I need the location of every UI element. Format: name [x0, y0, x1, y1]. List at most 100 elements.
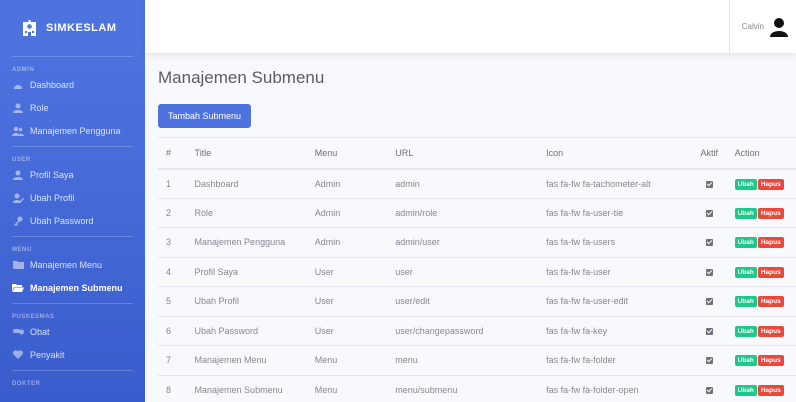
- header-icon[interactable]: Icon: [538, 137, 692, 170]
- sidebar-item-label: Ubah Profil: [30, 192, 75, 203]
- row-title: Role: [186, 197, 307, 228]
- row-icon: fas fa-fw fa-key: [538, 315, 692, 346]
- aktif-checkbox[interactable]: [705, 239, 713, 247]
- row-menu: Admin: [306, 168, 388, 198]
- row-aktif: [691, 315, 727, 346]
- sidebar-item-profil-saya[interactable]: Profil Saya: [0, 163, 145, 186]
- folder-icon: [12, 260, 24, 270]
- delete-button[interactable]: Hapus: [757, 266, 784, 278]
- row-num: 7: [158, 345, 187, 375]
- row-aktif: [691, 374, 727, 402]
- row-aktif: [691, 286, 727, 316]
- sidebar-item-ubah-password[interactable]: Ubah Password: [0, 209, 145, 232]
- brand[interactable]: SIMKESLAM: [0, 0, 145, 56]
- row-url: menu/submenu: [387, 374, 539, 402]
- delete-button[interactable]: Hapus: [757, 385, 784, 396]
- user-name: Calvin: [741, 22, 764, 31]
- sidebar-item-label: Dashboard: [30, 79, 75, 90]
- row-title: Manajemen Submenu: [186, 374, 307, 402]
- row-title: Manajemen Menu: [186, 345, 307, 375]
- row-action: Ubah Hapus: [726, 374, 796, 402]
- row-url: user: [387, 256, 539, 287]
- header-action[interactable]: Action: [726, 137, 796, 170]
- tachometer-icon: [12, 80, 24, 90]
- aktif-checkbox[interactable]: [705, 327, 713, 335]
- sidebar-heading: USER: [12, 157, 31, 163]
- sidebar-item-penyakit[interactable]: Penyakit: [0, 343, 145, 366]
- row-icon: fas fa-fw fa-user: [538, 256, 692, 287]
- table-row: 7 Manajemen Menu Menu menu fas fa-fw fa-fold…: [158, 345, 796, 375]
- row-aktif: [691, 168, 727, 198]
- delete-button[interactable]: Hapus: [757, 178, 784, 190]
- user-dropdown[interactable]: Calvin: [728, 0, 796, 53]
- sidebar-item-label: Role: [30, 102, 49, 113]
- row-url: user/changepassword: [387, 315, 539, 346]
- aktif-checkbox[interactable]: [705, 357, 713, 365]
- edit-button[interactable]: Ubah: [734, 355, 757, 367]
- row-title: Dashboard: [186, 168, 307, 198]
- sidebar-item-label: Manajemen Submenu: [30, 282, 123, 293]
- aktif-checkbox[interactable]: [705, 298, 713, 306]
- sidebar-item-ubah-profil[interactable]: Ubah Profil: [0, 186, 145, 209]
- users-icon: [12, 126, 24, 136]
- user-tie-icon: [12, 103, 24, 113]
- sidebar-heading: ADMIN: [12, 67, 35, 73]
- header-url[interactable]: URL: [387, 137, 539, 170]
- header-menu[interactable]: Menu: [306, 137, 388, 170]
- aktif-checkbox[interactable]: [705, 180, 713, 188]
- row-url: admin: [387, 168, 539, 198]
- row-menu: Menu: [306, 345, 388, 375]
- delete-button[interactable]: Hapus: [757, 325, 784, 337]
- table-row: 4 Profil Saya User user fas fa-fw fa-user Uba…: [158, 256, 796, 287]
- edit-button[interactable]: Ubah: [734, 178, 757, 190]
- row-action: Ubah Hapus: [726, 197, 796, 228]
- sidebar-item-manajemen-submenu[interactable]: Manajemen Submenu: [0, 276, 145, 299]
- table-row: 8 Manajemen Submenu Menu menu/submenu fas fa…: [158, 374, 796, 402]
- header-aktif[interactable]: Aktif: [691, 137, 727, 170]
- row-action: Ubah Hapus: [726, 168, 796, 198]
- key-icon: [12, 216, 24, 226]
- row-num: 6: [158, 315, 187, 346]
- row-action: Ubah Hapus: [726, 227, 796, 257]
- aktif-checkbox[interactable]: [705, 209, 713, 217]
- main-content: Manajemen Submenu Tambah Submenu # Title…: [145, 53, 796, 402]
- edit-button[interactable]: Ubah: [734, 207, 757, 219]
- edit-button[interactable]: Ubah: [734, 296, 757, 308]
- header-num[interactable]: #: [158, 137, 187, 170]
- sidebar-item-label: Manajemen Menu: [30, 259, 103, 270]
- edit-button[interactable]: Ubah: [734, 385, 757, 396]
- edit-button[interactable]: Ubah: [734, 325, 757, 337]
- row-icon: fas fa-fw fa-user-edit: [538, 286, 692, 316]
- row-action: Ubah Hapus: [726, 256, 796, 287]
- heart-icon: [12, 350, 24, 360]
- row-title: Profil Saya: [186, 256, 307, 287]
- topbar: Calvin: [145, 0, 796, 53]
- row-menu: Admin: [306, 227, 388, 257]
- header-title[interactable]: Title: [186, 137, 307, 170]
- edit-button[interactable]: Ubah: [734, 237, 757, 249]
- row-aktif: [691, 345, 727, 375]
- sidebar-item-label: Profil Saya: [30, 169, 74, 180]
- aktif-checkbox[interactable]: [705, 268, 713, 276]
- sidebar-item-manajemen-menu[interactable]: Manajemen Menu: [0, 253, 145, 276]
- row-aktif: [691, 227, 727, 257]
- add-submenu-button[interactable]: Tambah Submenu: [158, 104, 252, 128]
- sidebar-item-role[interactable]: Role: [0, 96, 145, 119]
- row-url: user/edit: [387, 286, 539, 316]
- row-url: menu: [387, 345, 539, 375]
- row-aktif: [691, 197, 727, 228]
- delete-button[interactable]: Hapus: [757, 355, 784, 367]
- sidebar-item-obat[interactable]: Obat: [0, 320, 145, 343]
- sidebar-heading: PUSKESMAS: [12, 314, 55, 320]
- sidebar-item-dashboard[interactable]: Dashboard: [0, 73, 145, 96]
- delete-button[interactable]: Hapus: [757, 296, 784, 308]
- delete-button[interactable]: Hapus: [757, 207, 784, 219]
- edit-button[interactable]: Ubah: [734, 266, 757, 278]
- row-menu: User: [306, 315, 388, 346]
- table-row: 5 Ubah Profil User user/edit fas fa-fw fa-us…: [158, 286, 796, 316]
- sidebar-item-manajemen-pengguna[interactable]: Manajemen Pengguna: [0, 119, 145, 142]
- delete-button[interactable]: Hapus: [757, 237, 784, 249]
- aktif-checkbox[interactable]: [705, 387, 713, 395]
- row-title: Ubah Password: [186, 315, 307, 346]
- row-num: 5: [158, 286, 187, 316]
